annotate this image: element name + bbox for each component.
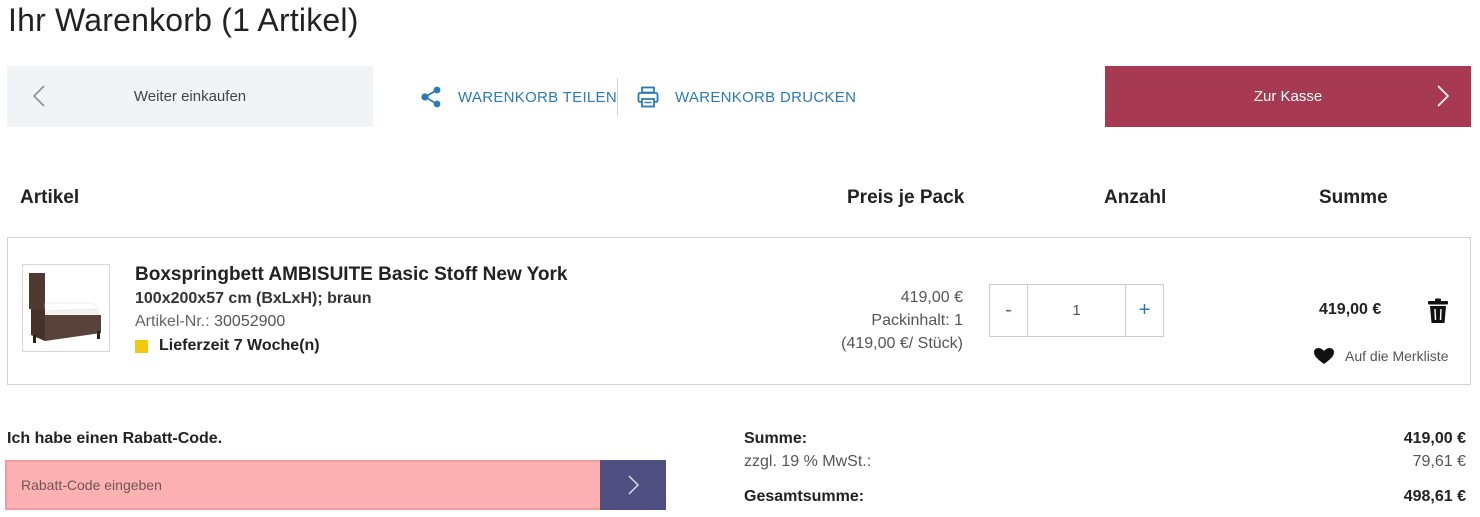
trash-icon[interactable] (1426, 298, 1450, 324)
delivery-time-label: Lieferzeit 7 Woche(n) (159, 337, 320, 354)
subtotal-label: Summe: (744, 430, 808, 447)
unit-pack-price: 419,00 € (900, 289, 963, 306)
coupon-code-input[interactable]: Rabatt-Code eingeben (5, 460, 600, 510)
quantity-input[interactable]: 1 (1028, 285, 1125, 336)
coupon-submit-button[interactable] (600, 460, 666, 510)
heart-icon (1314, 348, 1334, 364)
print-cart-label: WARENKORB DRUCKEN (675, 88, 857, 106)
chevron-right-icon (628, 475, 640, 495)
delivery-status-marker (135, 339, 148, 353)
coupon-label: Ich habe einen Rabatt-Code. (7, 430, 223, 447)
pack-content: Packinhalt: 1 (871, 312, 963, 329)
chevron-left-icon (32, 85, 45, 107)
quantity-decrease-button[interactable]: - (990, 285, 1028, 336)
article-number: Artikel-Nr.: 30052900 (135, 313, 285, 331)
continue-shopping-label: Weiter einkaufen (133, 88, 247, 105)
coupon-form: Rabatt-Code eingeben (5, 460, 666, 510)
row-sum: 419,00 € (1319, 301, 1382, 318)
header-quantity: Anzahl (1104, 187, 1167, 208)
delivery-time: Lieferzeit 7 Woche(n) (135, 337, 320, 355)
grand-total-value: 498,61 € (1403, 488, 1466, 505)
header-price: Preis je Pack (847, 187, 965, 208)
article-number-label: Artikel-Nr.: (135, 313, 210, 330)
chevron-right-icon (1437, 85, 1450, 107)
share-icon (421, 86, 441, 108)
toolbar-divider (617, 78, 618, 116)
header-article: Artikel (20, 187, 80, 208)
continue-shopping-button[interactable]: Weiter einkaufen (7, 66, 373, 127)
quantity-stepper: - 1 + (989, 284, 1164, 337)
add-to-wishlist-link[interactable]: Auf die Merkliste (1313, 347, 1448, 365)
product-dimensions: 100x200x57 cm (BxLxH); braun (135, 290, 372, 307)
article-number-value: 30052900 (214, 313, 286, 330)
vat-value: 79,61 € (1412, 453, 1466, 470)
subtotal-value: 419,00 € (1403, 430, 1466, 447)
price-block: 419,00 € Packinhalt: 1 (419,00 €/ Stück) (841, 286, 963, 355)
grand-total-label: Gesamtsumme: (744, 488, 865, 505)
quantity-increase-button[interactable]: + (1125, 285, 1163, 336)
price-per-piece: (419,00 €/ Stück) (841, 335, 963, 352)
wishlist-label: Auf die Merkliste (1345, 348, 1449, 364)
share-cart-link[interactable]: WARENKORB TEILEN (420, 84, 617, 110)
checkout-label: Zur Kasse (1253, 88, 1323, 105)
page-title: Ihr Warenkorb (1 Artikel) (8, 2, 359, 38)
product-name[interactable]: Boxspringbett AMBISUITE Basic Stoff New … (135, 264, 567, 286)
checkout-button[interactable]: Zur Kasse (1105, 66, 1471, 127)
print-cart-link[interactable]: WARENKORB DRUCKEN (637, 84, 856, 110)
product-image[interactable] (22, 264, 110, 352)
boxspring-bed-image (29, 273, 101, 343)
cart-item-row: Boxspringbett AMBISUITE Basic Stoff New … (7, 237, 1471, 385)
share-cart-label: WARENKORB TEILEN (458, 88, 617, 106)
printer-icon (637, 86, 659, 108)
header-sum: Summe (1319, 187, 1388, 208)
vat-label: zzgl. 19 % MwSt.: (744, 453, 872, 470)
